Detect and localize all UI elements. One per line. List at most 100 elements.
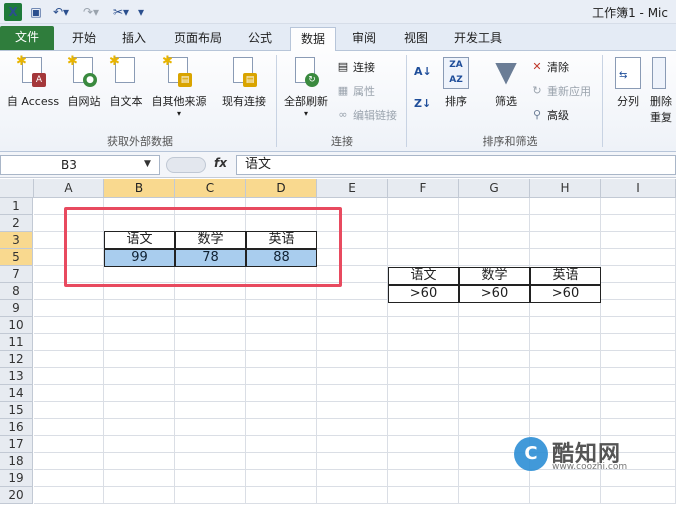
- grid-cell[interactable]: [601, 266, 676, 283]
- grid-cell[interactable]: [317, 436, 388, 453]
- grid-cell[interactable]: [601, 232, 676, 249]
- grid-cell[interactable]: [317, 334, 388, 351]
- sort-z-a-button[interactable]: Z↓: [414, 97, 431, 111]
- row-header-5[interactable]: 5: [0, 249, 33, 266]
- row-header-11[interactable]: 11: [0, 334, 33, 351]
- grid-cell[interactable]: [175, 385, 246, 402]
- grid-cell[interactable]: [388, 334, 459, 351]
- grid-cell[interactable]: [530, 419, 601, 436]
- row-header-13[interactable]: 13: [0, 368, 33, 385]
- grid-cell[interactable]: [459, 385, 530, 402]
- grid-cell[interactable]: [317, 317, 388, 334]
- grid-cell[interactable]: [317, 385, 388, 402]
- row-header-9[interactable]: 9: [0, 300, 33, 317]
- text-to-columns-button[interactable]: ⇆ 分列: [610, 57, 646, 109]
- grid-cell[interactable]: [175, 317, 246, 334]
- grid-cell[interactable]: [459, 215, 530, 232]
- row-header-2[interactable]: 2: [0, 215, 33, 232]
- grid-cell[interactable]: [530, 470, 601, 487]
- grid-cell[interactable]: [388, 419, 459, 436]
- grid-cell[interactable]: [388, 487, 459, 504]
- grid-cell[interactable]: [104, 470, 175, 487]
- grid-cell[interactable]: [246, 470, 317, 487]
- sort-button[interactable]: ZA AZ 排序: [440, 57, 472, 109]
- tab-data[interactable]: 数据: [290, 27, 336, 52]
- edit-links-button[interactable]: ∞ 编辑链接: [336, 107, 397, 123]
- tab-review[interactable]: 审阅: [344, 27, 384, 51]
- grid-cell[interactable]: [104, 402, 175, 419]
- grid-cell[interactable]: [459, 232, 530, 249]
- quick-access-menu-icon[interactable]: ▾: [136, 3, 146, 21]
- grid-cell[interactable]: [459, 419, 530, 436]
- grid-cell[interactable]: [104, 351, 175, 368]
- grid-cell[interactable]: [459, 249, 530, 266]
- grid-cell[interactable]: [388, 436, 459, 453]
- grid-cell[interactable]: [246, 300, 317, 317]
- grid-cell[interactable]: [34, 436, 104, 453]
- grid-cell[interactable]: [175, 453, 246, 470]
- clear-filter-button[interactable]: ✕ 清除: [530, 59, 569, 75]
- excel-app-icon[interactable]: X: [4, 3, 22, 21]
- grid-cell[interactable]: [601, 198, 676, 215]
- tab-home[interactable]: 开始: [64, 27, 104, 51]
- grid-cell[interactable]: [34, 470, 104, 487]
- grid-cell[interactable]: [34, 419, 104, 436]
- grid-cell[interactable]: [388, 402, 459, 419]
- grid-cell[interactable]: [175, 334, 246, 351]
- row-header-18[interactable]: 18: [0, 453, 33, 470]
- row-header-8[interactable]: 8: [0, 283, 33, 300]
- column-header-c[interactable]: C: [175, 179, 246, 198]
- grid-cell[interactable]: [34, 351, 104, 368]
- name-box-dropdown-icon[interactable]: ▼: [144, 159, 151, 169]
- grid-cell[interactable]: [175, 419, 246, 436]
- grid-cell[interactable]: [317, 402, 388, 419]
- grid-cell[interactable]: [601, 351, 676, 368]
- grid-cell[interactable]: [601, 470, 676, 487]
- grid-cell[interactable]: [388, 249, 459, 266]
- grid-cell[interactable]: [104, 334, 175, 351]
- grid-cell[interactable]: [601, 385, 676, 402]
- refresh-all-button[interactable]: ↻ 全部刷新 ▾: [280, 57, 332, 118]
- criteria-value-chinese[interactable]: >60: [388, 285, 459, 303]
- grid-cell[interactable]: [388, 470, 459, 487]
- grid-cell[interactable]: [246, 368, 317, 385]
- grid-cell[interactable]: [34, 334, 104, 351]
- grid-cell[interactable]: [601, 419, 676, 436]
- grid-cell[interactable]: [34, 487, 104, 504]
- grid-cell[interactable]: [246, 487, 317, 504]
- column-header-e[interactable]: E: [317, 179, 388, 198]
- row-header-17[interactable]: 17: [0, 436, 33, 453]
- row-header-10[interactable]: 10: [0, 317, 33, 334]
- row-header-15[interactable]: 15: [0, 402, 33, 419]
- row-header-20[interactable]: 20: [0, 487, 33, 504]
- criteria-header-math[interactable]: 数学: [459, 267, 530, 285]
- row-header-1[interactable]: 1: [0, 198, 33, 215]
- reapply-button[interactable]: ↻ 重新应用: [530, 83, 591, 99]
- grid-cell[interactable]: [104, 419, 175, 436]
- grid-cell[interactable]: [530, 317, 601, 334]
- grid-cell[interactable]: [601, 283, 676, 300]
- existing-connections-button[interactable]: ▤ 现有连接: [218, 57, 270, 109]
- column-header-i[interactable]: I: [601, 179, 676, 198]
- grid-cell[interactable]: [104, 436, 175, 453]
- grid-cell[interactable]: [601, 487, 676, 504]
- grid-cell[interactable]: [246, 334, 317, 351]
- grid-cell[interactable]: [175, 368, 246, 385]
- grid-cell[interactable]: [388, 317, 459, 334]
- grid-cell[interactable]: [104, 487, 175, 504]
- grid-cell[interactable]: [317, 300, 388, 317]
- grid-cell[interactable]: [388, 368, 459, 385]
- column-header-d[interactable]: D: [246, 179, 317, 198]
- grid-cell[interactable]: [246, 436, 317, 453]
- connections-button[interactable]: ▤ 连接: [336, 59, 375, 75]
- grid-cell[interactable]: [175, 351, 246, 368]
- grid-cell[interactable]: [104, 385, 175, 402]
- grid-cell[interactable]: [601, 300, 676, 317]
- tab-formulas[interactable]: 公式: [240, 27, 280, 51]
- grid-cell[interactable]: [246, 317, 317, 334]
- grid-cell[interactable]: [459, 470, 530, 487]
- tab-view[interactable]: 视图: [396, 27, 436, 51]
- grid-cell[interactable]: [530, 351, 601, 368]
- insert-function-icon[interactable]: fx: [214, 156, 227, 170]
- grid-cell[interactable]: [388, 453, 459, 470]
